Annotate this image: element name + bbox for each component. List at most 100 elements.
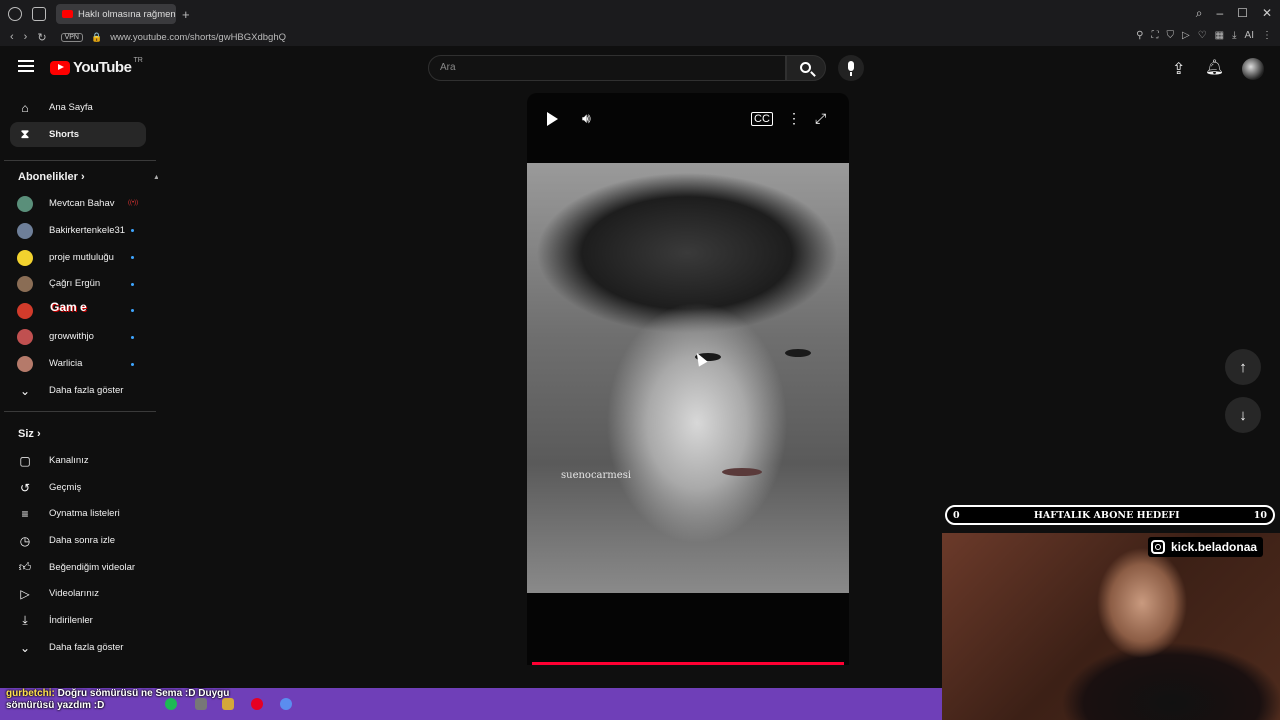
sidebar-item-downloads[interactable]: ⤓ İndirilenler — [10, 608, 146, 633]
download-icon: ⤓ — [22, 613, 28, 627]
sidebar-item-home[interactable]: ⌂ Ana Sayfa — [10, 95, 146, 120]
heart-icon[interactable]: ♡ — [1198, 30, 1207, 41]
sidebar-item-subscription[interactable]: Çağrı Ergün — [10, 271, 146, 296]
minimize-icon[interactable]: – — [1216, 6, 1223, 21]
new-content-dot — [131, 363, 134, 366]
more-options-icon[interactable]: ⋮ — [787, 110, 801, 127]
account-avatar[interactable] — [1242, 58, 1264, 80]
player-icon[interactable]: ▷ — [1182, 30, 1190, 41]
video-watermark: suenocarmesi — [561, 470, 632, 481]
previous-short-button[interactable]: ↑ — [1225, 349, 1261, 385]
webcam-feed — [942, 533, 1280, 720]
sidebar-item-label: Ana Sayfa — [49, 102, 93, 113]
search-input[interactable]: Ara — [428, 55, 786, 81]
video-progress-bar[interactable] — [532, 662, 844, 665]
live-indicator-icon: ((•)) — [128, 200, 139, 206]
sidebar-item-label: Daha fazla göster — [49, 385, 124, 396]
hamburger-menu-icon[interactable] — [18, 60, 34, 72]
lock-icon[interactable]: 🔒 — [91, 32, 102, 43]
sidebar-item-history[interactable]: ↺ Geçmiş — [10, 475, 146, 500]
pin-icon[interactable]: ⚲ — [1136, 30, 1143, 41]
sidebar-item-label: Daha sonra izle — [49, 535, 116, 546]
new-tab-icon[interactable]: + — [182, 7, 190, 22]
new-content-dot — [131, 283, 134, 286]
sidebar-divider — [4, 411, 156, 412]
url-field[interactable]: www.youtube.com/shorts/gwHBGXdbghQ — [110, 32, 286, 43]
browser-tab-title: Haklı olmasına rağmen üslu — [78, 8, 176, 20]
snapshot-icon[interactable]: ⛶ — [1152, 30, 1159, 41]
voice-search-icon[interactable] — [838, 55, 864, 81]
shorts-player[interactable]: 🔊︎ CC ⋮ ⤢ suenocarmesi — [527, 93, 849, 665]
new-content-dot — [131, 309, 134, 312]
sidebar-item-subscription[interactable]: Mevtcan Bahav — [10, 191, 146, 216]
maximize-icon[interactable]: ☐ — [1237, 6, 1248, 21]
channel-avatar — [17, 249, 33, 266]
arrow-up-icon: ↑ — [1239, 358, 1247, 376]
close-window-icon[interactable]: ✕ — [1262, 6, 1272, 21]
sidebar-item-subscription[interactable]: proje mutluluğu — [10, 245, 146, 270]
sidebar-item-shorts[interactable]: ⧗ Shorts — [10, 122, 146, 147]
youtube-logo[interactable]: YouTube TR — [50, 57, 143, 76]
back-icon[interactable]: ‹ — [10, 31, 14, 43]
goal-start: 0 — [953, 509, 960, 521]
workspaces-icon[interactable] — [32, 7, 46, 21]
chevron-down-icon: ⌄ — [19, 640, 31, 655]
goal-end: 10 — [1253, 509, 1267, 521]
search-icon — [800, 62, 811, 73]
sidebar-item-your-channel[interactable]: ▢ Kanalınız — [10, 448, 146, 473]
you-heading[interactable]: Siz › — [18, 428, 41, 440]
sidebar-item-subscription[interactable]: Bakirkertenkele31 — [10, 218, 146, 243]
vpn-badge[interactable]: VPN — [60, 32, 83, 42]
chat-username: gurbetchi: — [6, 688, 55, 699]
sidebar-item-label: Videolarınız — [49, 588, 99, 599]
sidebar-item-you-more[interactable]: ⌄ Daha fazla göster — [10, 635, 146, 660]
instagram-icon — [1151, 540, 1165, 554]
sidebar-item-label: Mevtcan Bahav — [49, 198, 115, 209]
new-content-dot — [131, 336, 134, 339]
clock-icon: ◷ — [19, 533, 31, 548]
sidebar-scroll-up-icon[interactable]: ▲ — [153, 174, 158, 181]
shield-icon[interactable]: ⛉ — [1167, 30, 1175, 41]
sidebar-item-subscription[interactable]: Warlicia — [10, 351, 146, 376]
forward-icon[interactable]: › — [24, 31, 28, 43]
play-icon[interactable] — [547, 112, 558, 126]
new-content-dot — [131, 256, 134, 259]
browser-tab-youtube[interactable]: Haklı olmasına rağmen üslu — [56, 4, 176, 24]
ai-label[interactable]: AI — [1245, 30, 1254, 41]
channel-avatar — [17, 302, 33, 319]
upload-icon[interactable]: ⇪ — [1172, 59, 1185, 79]
home-icon: ⌂ — [21, 100, 29, 115]
pinterest-icon[interactable] — [251, 698, 263, 710]
sidebar-item-label: proje mutluluğu — [49, 252, 114, 263]
search-tabs-icon[interactable]: ⌕ — [1196, 6, 1203, 21]
sidebar-item-label: Daha fazla göster — [49, 642, 124, 653]
captions-icon[interactable]: CC — [751, 112, 773, 126]
history-icon: ↺ — [19, 480, 31, 495]
sidebar-item-playlists[interactable]: ≡ Oynatma listeleri — [10, 501, 146, 526]
sidebar-item-liked-videos[interactable]: 👍︎ Beğendiğim videolar — [10, 555, 146, 580]
sidebar-item-watch-later[interactable]: ◷ Daha sonra izle — [10, 528, 146, 553]
notifications-bell-icon[interactable]: 🔔︎ — [1205, 58, 1224, 76]
sidebar-item-subs-more[interactable]: ⌄ Daha fazla göster — [10, 378, 146, 403]
reload-icon[interactable]: ↻ — [37, 31, 46, 44]
sidebar-item-your-videos[interactable]: ▷ Videolarınız — [10, 581, 146, 606]
new-content-dot — [131, 229, 134, 232]
instagram-handle-text: kick.beladonaa — [1171, 540, 1258, 554]
download-icon[interactable]: ⤓ — [1232, 30, 1236, 41]
logo-text: YouTube — [73, 59, 132, 76]
subscriptions-heading[interactable]: Abonelikler › — [18, 171, 85, 183]
browser-tab-strip: Haklı olmasına rağmen üslu + ⌕ – ☐ ✕ — [0, 0, 1280, 28]
browser-menu-icon[interactable] — [8, 7, 22, 21]
video-icon: ▷ — [20, 586, 30, 601]
next-short-button[interactable]: ↓ — [1225, 397, 1261, 433]
app-icon[interactable] — [280, 698, 292, 710]
sidebar-item-subscription[interactable]: growwithjo — [10, 324, 146, 349]
more-icon[interactable]: ⋮ — [1262, 30, 1272, 41]
volume-icon[interactable]: 🔊︎ — [582, 110, 591, 127]
video-figure — [722, 468, 762, 476]
extension-avatar-icon[interactable]: ▦ — [1215, 30, 1224, 41]
fullscreen-icon[interactable]: ⤢ — [815, 110, 826, 127]
instagram-handle: kick.beladonaa — [1148, 537, 1264, 557]
video-frame[interactable]: suenocarmesi — [527, 163, 849, 593]
search-button[interactable] — [786, 55, 826, 81]
